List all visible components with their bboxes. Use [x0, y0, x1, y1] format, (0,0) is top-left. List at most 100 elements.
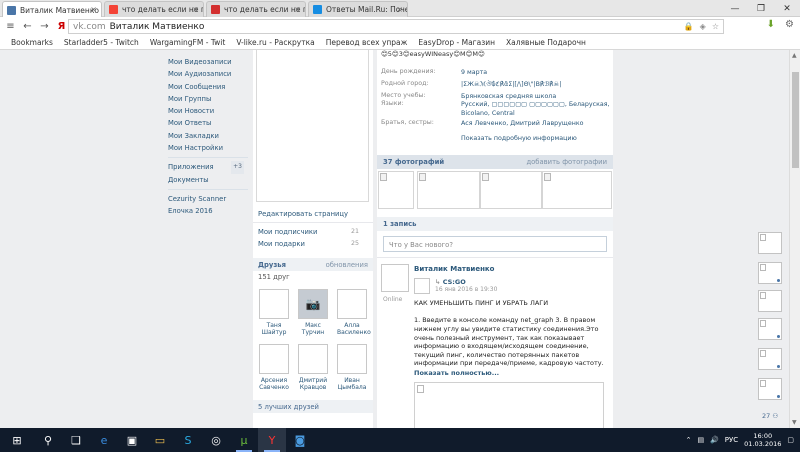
nav-news[interactable]: Мои Новости [168, 105, 248, 117]
network-icon[interactable]: ▤ [697, 436, 704, 444]
bookmark-item[interactable]: Перевод всех упраж [326, 38, 408, 47]
wall-count[interactable]: 1 запись [383, 220, 416, 228]
photos-count[interactable]: 37 фотографий [383, 158, 444, 166]
profile-status[interactable]: 😊5😊3😊easyWINeasy😊M😊M😊 [381, 50, 485, 58]
tab-youtube[interactable]: что делать если не гр × [206, 1, 306, 17]
add-photos-link[interactable]: добавить фотографии [526, 158, 607, 166]
post-image[interactable] [414, 381, 604, 428]
bookmark-item[interactable]: Starladder5 - Twitch [64, 38, 139, 47]
best-friends-header[interactable]: 5 лучших друзей [253, 400, 373, 413]
windows-logo-icon[interactable]: ⊞ [0, 428, 34, 452]
scroll-up-icon[interactable]: ▲ [792, 52, 797, 59]
store-icon[interactable]: ▣ [118, 428, 146, 452]
edit-page-link[interactable]: Редактировать страницу [258, 210, 348, 218]
search-icon[interactable]: ⚲ [34, 428, 62, 452]
post-author-avatar[interactable] [381, 264, 409, 292]
close-tab-icon[interactable]: × [396, 5, 403, 14]
show-full-link[interactable]: Показать полностью... [414, 369, 609, 378]
tab-yandex-search[interactable]: что делать если не гр × [104, 1, 204, 17]
nav-settings[interactable]: Мои Настройки [168, 142, 248, 154]
nav-cezurity[interactable]: Cezurity Scanner [168, 193, 248, 205]
steam-icon[interactable]: ◎ [202, 428, 230, 452]
subscribers-row[interactable]: Мои подписчики 21 [258, 228, 373, 236]
nav-groups[interactable]: Мои Группы [168, 93, 248, 105]
address-bar[interactable]: vk.com Виталик Матвиенко 🔒 ◈ ☆ [68, 19, 724, 34]
download-arrow-icon[interactable]: ⬇ [767, 19, 775, 30]
rail-friend-avatar[interactable] [758, 290, 782, 312]
friend-card[interactable]: Дмитрий Кравцов [298, 344, 328, 391]
clock[interactable]: 16:00 01.03.2016 [744, 432, 781, 448]
utorrent-icon[interactable]: μ [230, 428, 258, 452]
friend-card[interactable]: Таня Шайтур [259, 289, 289, 336]
nav-apps[interactable]: Приложения +3 [168, 161, 248, 174]
star-icon[interactable]: ☆ [712, 22, 719, 31]
bookmark-item[interactable]: Халявные Подарочн [506, 38, 586, 47]
forward-arrow-icon[interactable]: → [36, 21, 53, 32]
info-value[interactable]: Ася Левченко, Дмитрий Лаврущенко [461, 119, 611, 128]
friend-card[interactable]: Иван Цымбала [337, 344, 367, 391]
repost-source[interactable]: ↳ CS:GO [435, 278, 497, 287]
notifications-icon[interactable]: ▢ [787, 436, 794, 444]
rail-friend-avatar[interactable] [758, 318, 782, 340]
friend-card[interactable]: Арсения Савченко [259, 344, 289, 391]
maximize-icon[interactable]: ❐ [748, 0, 774, 17]
friend-card[interactable]: 📷 Макс Турчин [298, 289, 328, 336]
tab-vk-profile[interactable]: Виталик Матвиенко × [2, 1, 102, 18]
friend-card[interactable]: Алла Василенко [337, 289, 371, 336]
bookmark-item[interactable]: EasyDrop - Магазин [418, 38, 495, 47]
show-details-link[interactable]: Показать подробную информацию [461, 135, 577, 142]
nav-documents[interactable]: Документы [168, 174, 248, 186]
tab-mail-answers[interactable]: Ответы Mail.Ru: Поче × [308, 1, 408, 17]
settings-icon[interactable]: ⚙ [785, 19, 794, 30]
yandex-browser-icon[interactable]: Y [258, 428, 286, 452]
rail-friend-avatar[interactable] [758, 348, 782, 370]
close-tab-icon[interactable]: × [90, 5, 97, 14]
back-arrow-icon[interactable]: ← [19, 21, 36, 32]
app-icon[interactable]: ◙ [286, 428, 314, 452]
nav-elochka[interactable]: Елочка 2016 [168, 205, 248, 217]
lock-icon[interactable]: 🔒 [684, 22, 694, 31]
post-date[interactable]: 16 янв 2016 в 19:30 [435, 286, 497, 295]
protect-icon[interactable]: ◈ [700, 22, 706, 31]
wall-header[interactable]: 1 запись [377, 217, 613, 231]
gifts-row[interactable]: Мои подарки 25 [258, 240, 373, 248]
photo-thumb[interactable] [378, 171, 414, 209]
rail-friend-avatar[interactable] [758, 378, 782, 400]
info-value[interactable]: |ΣЖ☠ℳঔ₲ℭ℟ἄΣ|[/\]Θ\"|Β℟ℬ℟☠| [461, 80, 611, 89]
scroll-down-icon[interactable]: ▼ [792, 419, 797, 426]
nav-bookmarks[interactable]: Мои Закладки [168, 130, 248, 142]
language-indicator[interactable]: РУС [725, 436, 738, 444]
task-view-icon[interactable]: ❑ [62, 428, 90, 452]
photos-header[interactable]: 37 фотографий добавить фотографии [377, 155, 613, 169]
photo-thumb[interactable] [542, 171, 612, 209]
rail-friend-avatar[interactable] [758, 262, 782, 284]
new-post-input[interactable]: Что у Вас нового? [383, 236, 607, 252]
rail-count[interactable]: 27 ⚇ [762, 412, 778, 420]
photo-thumb[interactable] [480, 171, 542, 209]
info-value[interactable]: 9 марта [461, 68, 611, 77]
bookmark-item[interactable]: Bookmarks [11, 38, 53, 47]
explorer-icon[interactable]: ▭ [146, 428, 174, 452]
nav-answers[interactable]: Мои Ответы [168, 117, 248, 129]
post-author-name[interactable]: Виталик Матвиенко [414, 265, 609, 274]
profile-photo[interactable] [256, 50, 369, 202]
nav-videos[interactable]: Мои Видеозаписи [168, 56, 248, 68]
page-scrollbar[interactable]: ▲ ▼ [789, 50, 800, 428]
scroll-thumb[interactable] [792, 72, 799, 168]
nav-messages[interactable]: Мои Сообщения [168, 81, 248, 93]
friends-header[interactable]: Друзья обновления [253, 258, 373, 271]
minimize-icon[interactable]: — [722, 0, 748, 17]
hamburger-menu-icon[interactable]: ≡ [2, 21, 19, 32]
bookmark-item[interactable]: V-like.ru - Раскрутка [236, 38, 314, 47]
tray-expand-icon[interactable]: ⌃ [686, 436, 692, 444]
repost-source-avatar[interactable] [414, 277, 430, 294]
skype-icon[interactable]: S [174, 428, 202, 452]
friends-updates-link[interactable]: обновления [326, 261, 368, 269]
bookmark-item[interactable]: WargamingFM - Twit [150, 38, 226, 47]
close-tab-icon[interactable]: × [294, 5, 301, 14]
volume-icon[interactable]: 🔊 [710, 436, 719, 444]
photo-thumb[interactable] [417, 171, 480, 209]
rail-friend-avatar[interactable] [758, 232, 782, 254]
close-tab-icon[interactable]: × [192, 5, 199, 14]
edge-icon[interactable]: e [90, 428, 118, 452]
